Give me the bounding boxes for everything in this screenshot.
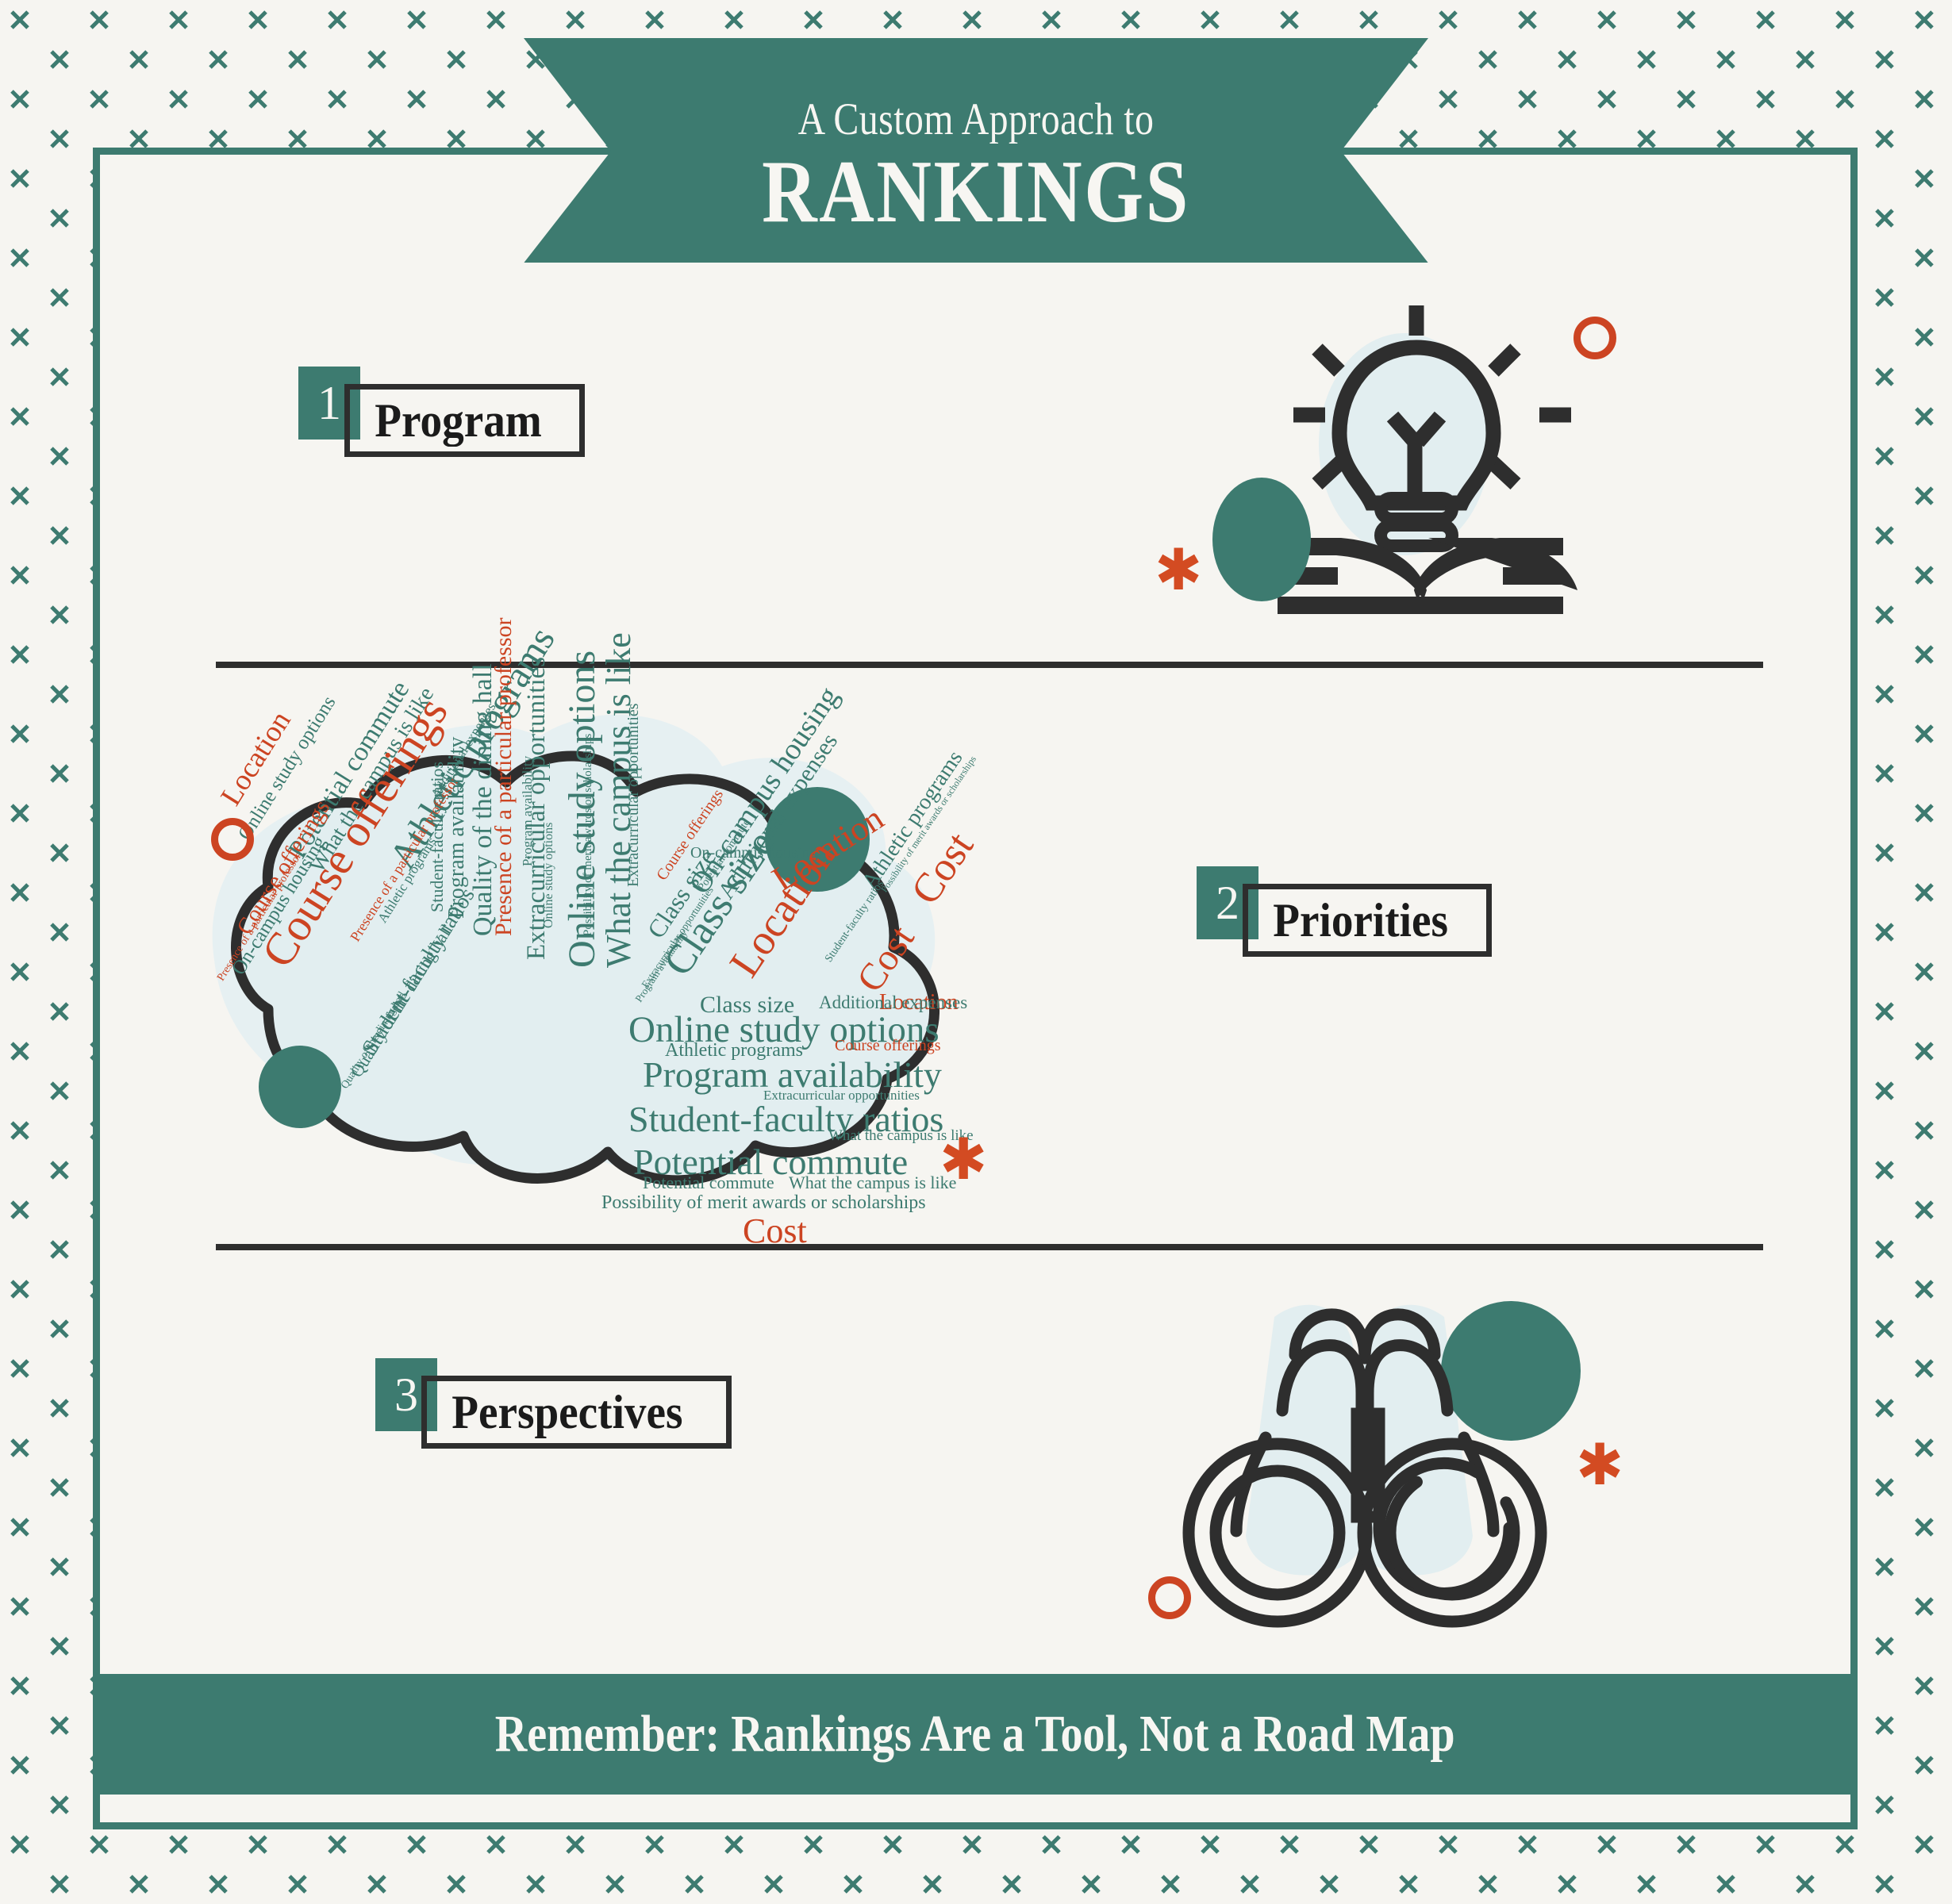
banner-title: RANKINGS [762,143,1190,241]
wordcloud-term: Presence of a particular professor [490,617,517,936]
step-2-title: Priorities [1273,894,1448,946]
wordcloud-term: Course offerings [835,1037,941,1054]
wordcloud-term: Student-faculty ratios [427,761,447,912]
wordcloud-term: Online study options [542,822,555,928]
decor-ring-orange-1 [1574,317,1616,359]
decor-ring-orange-2 [211,818,254,861]
wordcloud-term: Possibility of merit awards or scholarsh… [601,1192,926,1213]
step-2-title-box: Priorities [1243,884,1492,957]
footer-text: Remember: Rankings Are a Tool, Not a Roa… [495,1705,1455,1763]
binoculars-icon [1127,1269,1603,1638]
banner-subtitle: A Custom Approach to [797,94,1155,144]
footer-banner: Remember: Rankings Are a Tool, Not a Roa… [100,1674,1850,1795]
divider-1 [216,662,1763,668]
wordcloud-term: Potential commute [643,1173,774,1192]
step-1-title-box: Program [344,384,585,457]
wordcloud-term: Cost [848,918,923,1000]
decor-ring-orange-3 [1148,1576,1191,1619]
wordcloud-term: Extracurricular opportunities [624,703,642,887]
wordcloud-term: Possibility of merit awards or scholarsh… [582,733,594,936]
wordcloud-term: Cost [743,1211,807,1250]
title-banner: A Custom Approach to RANKINGS [524,38,1428,263]
decor-asterisk-3: ✱ [1576,1431,1624,1498]
divider-2 [216,1244,1763,1250]
decor-asterisk-1: ✱ [1155,536,1203,603]
step-1-title: Program [375,394,542,447]
thought-cloud-wordcloud: Location Online study options Potential co… [167,618,1008,1249]
step-3-title-box: Perspectives [421,1376,732,1449]
wordcloud-term: Program availability [444,736,469,919]
wordcloud-terms: Location Online study options Potential co… [167,618,1008,1249]
wordcloud-term: Quality of the dining hall [339,989,409,1092]
step-3-title: Perspectives [451,1386,683,1438]
wordcloud-term: What the campus is like [789,1173,957,1192]
decor-asterisk-2: ✱ [939,1126,988,1192]
